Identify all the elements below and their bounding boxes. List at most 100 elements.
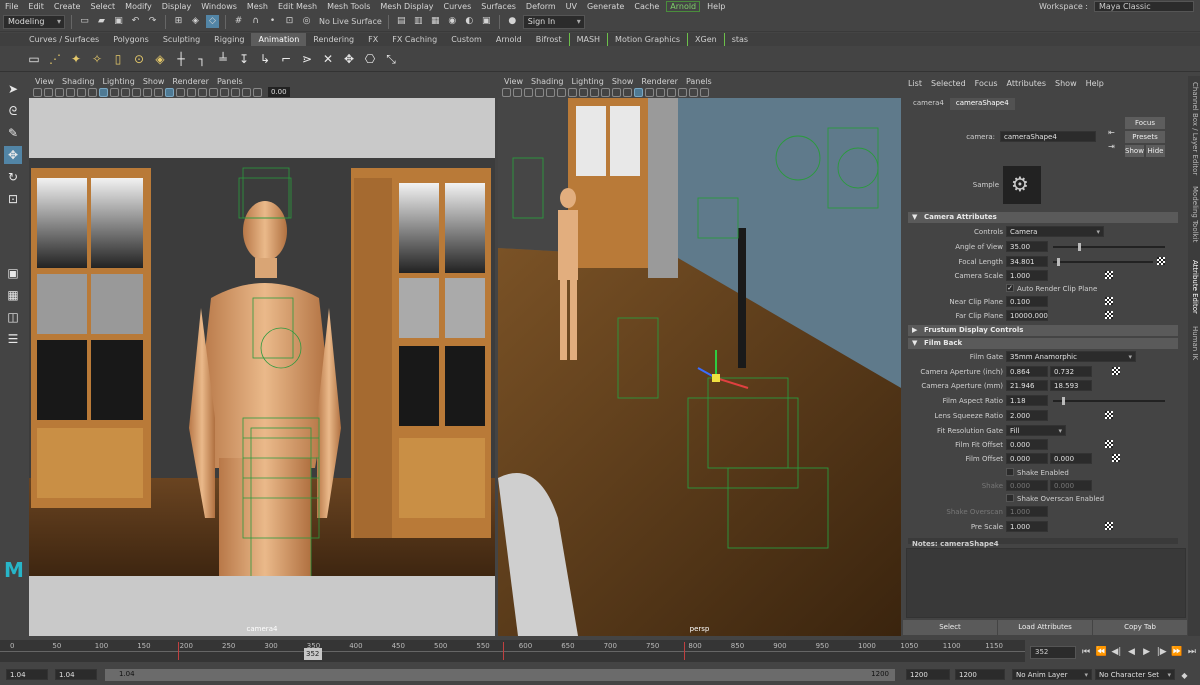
shelf-tab-rigging[interactable]: Rigging	[207, 33, 251, 46]
focal-length-slider[interactable]	[1053, 258, 1153, 266]
outliner-icon[interactable]: ☰	[4, 330, 22, 348]
wrap-icon[interactable]: ⎔	[362, 51, 378, 67]
side-tab-human-ik[interactable]: Human IK	[1191, 326, 1199, 360]
presets-button[interactable]: Presets	[1125, 131, 1165, 143]
playblast-icon[interactable]: ▭	[26, 51, 42, 67]
xray-icon[interactable]	[231, 87, 240, 97]
grid-icon[interactable]	[77, 87, 86, 97]
lights-icon[interactable]	[187, 87, 196, 97]
orient-joint-icon[interactable]: ↳	[257, 51, 273, 67]
shake-overscan-enabled-checkbox[interactable]	[1006, 494, 1014, 502]
input-connection-icon[interactable]: ⇤	[1105, 126, 1118, 139]
play-forward-icon[interactable]: ▶	[1141, 646, 1153, 659]
bookmark-icon[interactable]	[524, 87, 533, 97]
menu-edit-mesh[interactable]: Edit Mesh	[273, 2, 322, 11]
lock-camera-icon[interactable]	[44, 87, 53, 97]
shelf-tab-curves-surfaces[interactable]: Curves / Surfaces	[22, 33, 106, 46]
step-back-frame-icon[interactable]: ◀|	[1110, 646, 1122, 659]
shelf-tab-motion-graphics[interactable]: Motion Graphics	[608, 33, 687, 46]
menu-help[interactable]: Help	[702, 2, 730, 11]
new-scene-icon[interactable]: ▭	[78, 15, 91, 28]
film-gate-dropdown[interactable]: 35mm Anamorphic	[1006, 351, 1136, 362]
aperture-mm-y-field[interactable]: 18.593	[1050, 380, 1092, 391]
menu-file[interactable]: File	[0, 2, 23, 11]
viewport-menu-show[interactable]: Show	[612, 77, 634, 86]
select-hierarchy-icon[interactable]: ⊞	[172, 15, 185, 28]
near-clip-field[interactable]: 0.100	[1006, 296, 1048, 307]
film-gate-icon[interactable]	[557, 87, 566, 97]
film-fit-offset-field[interactable]: 0.000	[1006, 439, 1048, 450]
camera-name-field[interactable]: cameraShape4	[1000, 131, 1096, 142]
image-plane-icon[interactable]	[66, 87, 75, 97]
aperture-mm-x-field[interactable]: 21.946	[1006, 380, 1048, 391]
hypershade-icon[interactable]: ◉	[446, 15, 459, 28]
menu-uv[interactable]: UV	[561, 2, 582, 11]
focus-button[interactable]: Focus	[1125, 117, 1165, 129]
textured-icon[interactable]	[176, 87, 185, 97]
shelf-tab-sculpting[interactable]: Sculpting	[156, 33, 207, 46]
snap-curve-icon[interactable]: ∩	[249, 15, 262, 28]
ae-menu-attributes[interactable]: Attributes	[1007, 79, 1047, 88]
ik-handle-icon[interactable]: ┐	[194, 51, 210, 67]
step-back-key-icon[interactable]: ⏪	[1095, 646, 1107, 659]
map-button-icon[interactable]	[1105, 297, 1113, 305]
snap-grid-icon[interactable]: #	[232, 15, 245, 28]
field-chart-icon[interactable]	[121, 87, 130, 97]
shelf-tab-xgen[interactable]: XGen	[687, 33, 725, 46]
select-object-icon[interactable]: ◈	[189, 15, 202, 28]
shelf-tab-fx[interactable]: FX	[361, 33, 385, 46]
hide-button[interactable]: Hide	[1146, 145, 1165, 157]
select-tool-icon[interactable]: ➤	[4, 80, 22, 98]
focal-length-field[interactable]: 34.801	[1006, 256, 1048, 267]
wireframe-icon[interactable]	[623, 87, 632, 97]
ao-icon[interactable]	[678, 87, 687, 97]
viewport-menu-view[interactable]: View	[504, 77, 523, 86]
anim-layer-dropdown[interactable]: No Anim Layer	[1012, 669, 1092, 680]
safe-action-icon[interactable]	[132, 87, 141, 97]
snap-point-icon[interactable]: •	[266, 15, 279, 28]
film-aspect-field[interactable]: 1.18	[1006, 395, 1048, 406]
menu-edit[interactable]: Edit	[23, 2, 49, 11]
select-component-icon[interactable]: ◇	[206, 15, 219, 28]
viewport-menu-shading[interactable]: Shading	[62, 77, 95, 86]
exposure-icon[interactable]	[253, 87, 262, 97]
viewport-persp[interactable]: View Shading Lighting Show Renderer Panels	[498, 76, 901, 636]
menu-create[interactable]: Create	[49, 2, 86, 11]
ae-menu-selected[interactable]: Selected	[931, 79, 966, 88]
map-button-icon[interactable]	[1105, 271, 1113, 279]
blend-icon[interactable]: ▯	[110, 51, 126, 67]
lattice-icon[interactable]: ✕	[320, 51, 336, 67]
output-connection-icon[interactable]: ⇥	[1105, 140, 1118, 153]
key-icon[interactable]: ◆	[1178, 669, 1191, 682]
snap-view-icon[interactable]: ⊡	[283, 15, 296, 28]
resolution-gate-icon[interactable]	[568, 87, 577, 97]
aperture-inch-x-field[interactable]: 0.864	[1006, 366, 1048, 377]
section-camera-attributes[interactable]: ▼ Camera Attributes	[908, 212, 1178, 223]
smooth-shade-icon[interactable]	[634, 87, 643, 97]
menu-display[interactable]: Display	[157, 2, 197, 11]
shelf-tab-rendering[interactable]: Rendering	[306, 33, 361, 46]
textured-icon[interactable]	[645, 87, 654, 97]
shake-y-field[interactable]: 0.000	[1050, 480, 1092, 491]
section-frustum[interactable]: ▶ Frustum Display Controls	[908, 325, 1178, 336]
redo-icon[interactable]: ↷	[146, 15, 159, 28]
viewport-menu-panels[interactable]: Panels	[686, 77, 712, 86]
isolate-icon[interactable]	[220, 87, 229, 97]
side-tab-modeling-toolkit[interactable]: Modeling Toolkit	[1191, 186, 1199, 242]
controls-dropdown[interactable]: Camera	[1006, 226, 1104, 237]
film-aspect-slider[interactable]	[1053, 397, 1165, 405]
ae-menu-help[interactable]: Help	[1086, 79, 1104, 88]
map-button-icon[interactable]	[1157, 257, 1165, 265]
shake-enabled-checkbox[interactable]	[1006, 468, 1014, 476]
viewport-menu-lighting[interactable]: Lighting	[571, 77, 603, 86]
joint-tool-icon[interactable]: ┼	[173, 51, 189, 67]
lasso-tool-icon[interactable]: ᘓ	[4, 102, 22, 120]
side-tab-attribute-editor[interactable]: Attribute Editor	[1191, 260, 1199, 314]
shadows-icon[interactable]	[667, 87, 676, 97]
arnold-render-icon[interactable]: ◐	[463, 15, 476, 28]
two-view-icon[interactable]: ◫	[4, 308, 22, 326]
viewport-menu-shading[interactable]: Shading	[531, 77, 564, 86]
cluster-icon[interactable]: ✥	[341, 51, 357, 67]
viewport-menu-view[interactable]: View	[35, 77, 54, 86]
menu-mesh-display[interactable]: Mesh Display	[375, 2, 438, 11]
